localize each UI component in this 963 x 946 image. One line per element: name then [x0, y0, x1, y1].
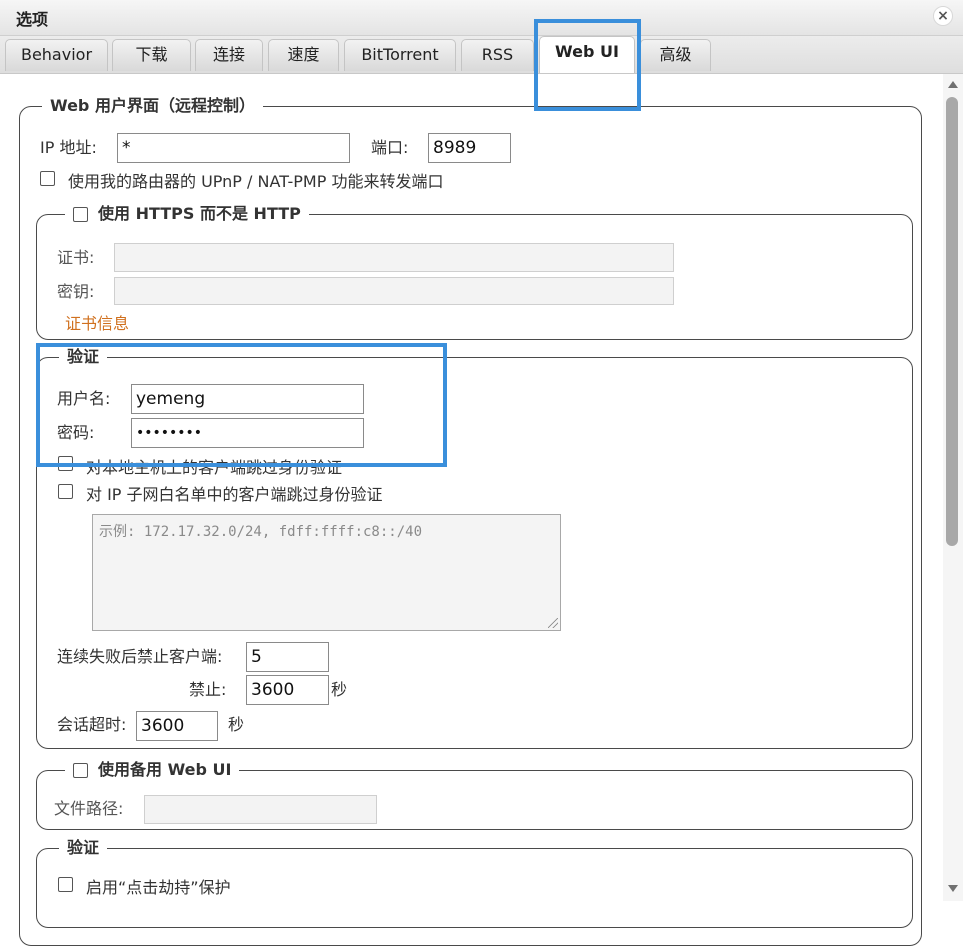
tab-download[interactable]: 下载	[112, 39, 191, 71]
clickjacking-checkbox[interactable]	[58, 877, 73, 892]
https-checkbox[interactable]	[73, 207, 88, 222]
bypass-local-checkbox[interactable]	[58, 456, 73, 471]
tab-bittorrent[interactable]: BitTorrent	[344, 39, 456, 71]
ban-after-input[interactable]: 5	[246, 642, 329, 672]
file-path-input[interactable]	[144, 795, 377, 824]
tab-advanced[interactable]: 高级	[640, 39, 711, 71]
ban-duration-label: 禁止:	[189, 680, 227, 699]
bypass-whitelist-label: 对 IP 子网白名单中的客户端跳过身份验证	[86, 485, 383, 504]
alt-webui-legend-label: 使用备用 Web UI	[98, 760, 232, 779]
key-label: 密钥:	[57, 282, 95, 301]
ip-address-input[interactable]: *	[117, 133, 350, 163]
bypass-whitelist-checkbox[interactable]	[58, 484, 73, 499]
scroll-down-icon[interactable]	[948, 885, 958, 892]
alt-webui-checkbox[interactable]	[73, 763, 88, 778]
upnp-checkbox[interactable]	[40, 171, 55, 186]
username-input[interactable]: yemeng	[131, 384, 364, 414]
session-timeout-unit: 秒	[228, 715, 245, 734]
ban-duration-input[interactable]: 3600	[246, 675, 329, 705]
security-legend: 验证	[59, 836, 108, 860]
scrollbar-thumb[interactable]	[946, 97, 958, 546]
dialog-titlebar: 选项 ×	[0, 0, 963, 36]
auth-legend: 验证	[59, 345, 108, 369]
https-legend-label: 使用 HTTPS 而不是 HTTP	[98, 204, 301, 223]
whitelist-textarea[interactable]: 示例: 172.17.32.0/24, fdff:ffff:c8::/40	[92, 514, 561, 631]
ip-address-label: IP 地址:	[40, 138, 97, 157]
username-label: 用户名:	[57, 389, 111, 408]
scroll-up-icon[interactable]	[948, 81, 958, 88]
alt-webui-legend: 使用备用 Web UI	[65, 758, 240, 782]
ban-unit: 秒	[331, 680, 348, 699]
whitelist-placeholder: 示例: 172.17.32.0/24, fdff:ffff:c8::/40	[99, 524, 423, 540]
tab-behavior[interactable]: Behavior	[5, 39, 108, 71]
cert-info-link[interactable]: 证书信息	[65, 310, 129, 334]
upnp-label: 使用我的路由器的 UPnP / NAT-PMP 功能来转发端口	[68, 172, 444, 191]
session-timeout-input[interactable]: 3600	[136, 711, 218, 741]
webui-legend: Web 用户界面（远程控制）	[42, 94, 263, 118]
tab-strip: Behavior 下载 连接 速度 BitTorrent RSS Web UI …	[0, 36, 963, 74]
tab-speed[interactable]: 速度	[268, 39, 339, 71]
tab-connection[interactable]: 连接	[195, 39, 263, 71]
port-input[interactable]: 8989	[428, 133, 511, 163]
file-path-label: 文件路径:	[54, 799, 124, 818]
dialog-title: 选项	[16, 10, 49, 29]
close-icon[interactable]: ×	[933, 6, 953, 26]
tab-webui[interactable]: Web UI	[539, 36, 635, 73]
vertical-scrollbar[interactable]	[943, 74, 963, 901]
tab-rss[interactable]: RSS	[461, 39, 534, 71]
key-input[interactable]	[114, 277, 674, 305]
bypass-local-label: 对本地主机上的客户端跳过身份验证	[86, 458, 343, 477]
ban-after-label: 连续失败后禁止客户端:	[57, 647, 223, 666]
clickjacking-label: 启用“点击劫持”保护	[86, 878, 231, 897]
port-label: 端口:	[371, 138, 409, 157]
password-input[interactable]: ••••••••	[131, 418, 364, 448]
cert-label: 证书:	[57, 248, 95, 267]
session-timeout-label: 会话超时:	[57, 715, 127, 734]
password-label: 密码:	[57, 423, 95, 442]
https-legend: 使用 HTTPS 而不是 HTTP	[65, 202, 309, 226]
resize-grip-icon[interactable]	[548, 618, 558, 628]
cert-input[interactable]	[114, 243, 674, 272]
